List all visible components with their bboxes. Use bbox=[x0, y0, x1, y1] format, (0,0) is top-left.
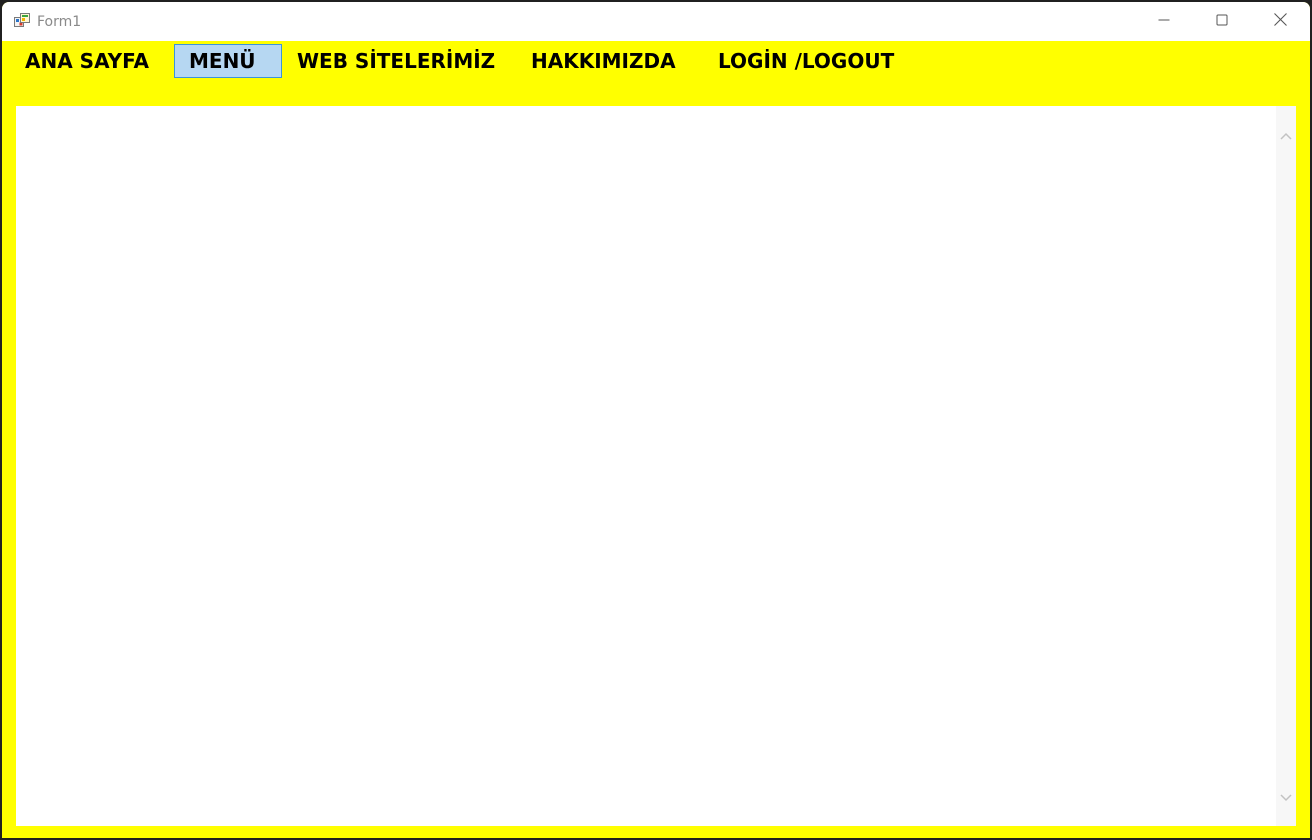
scroll-up-button[interactable] bbox=[1276, 126, 1296, 146]
close-button[interactable] bbox=[1251, 2, 1309, 41]
scroll-down-button[interactable] bbox=[1276, 788, 1296, 808]
close-icon bbox=[1273, 12, 1287, 31]
content-panel[interactable] bbox=[16, 106, 1296, 826]
menu-item-login-logout[interactable]: LOGİN /LOGOUT bbox=[703, 44, 909, 78]
maximize-button[interactable] bbox=[1193, 2, 1251, 41]
title-bar[interactable]: Form1 bbox=[2, 2, 1310, 41]
main-window: Form1 ANA SAYFA MENÜ WEB SİTELERİMİZ HAK… bbox=[2, 2, 1310, 838]
menu-item-web-sitelerimiz[interactable]: WEB SİTELERİMİZ bbox=[282, 44, 510, 78]
maximize-icon bbox=[1216, 13, 1228, 31]
chevron-up-icon bbox=[1280, 127, 1292, 145]
menu-strip: ANA SAYFA MENÜ WEB SİTELERİMİZ HAKKIMIZD… bbox=[2, 41, 1310, 86]
menu-item-ana-sayfa[interactable]: ANA SAYFA bbox=[10, 44, 164, 78]
menu-item-hakkimizda[interactable]: HAKKIMIZDA bbox=[516, 44, 691, 78]
winforms-app-icon bbox=[14, 13, 30, 29]
window-title: Form1 bbox=[37, 14, 82, 30]
chevron-down-icon bbox=[1280, 789, 1292, 807]
vertical-scrollbar[interactable] bbox=[1276, 106, 1296, 826]
menu-item-menu[interactable]: MENÜ bbox=[174, 44, 282, 78]
minimize-icon bbox=[1158, 13, 1170, 31]
minimize-button[interactable] bbox=[1135, 2, 1193, 41]
